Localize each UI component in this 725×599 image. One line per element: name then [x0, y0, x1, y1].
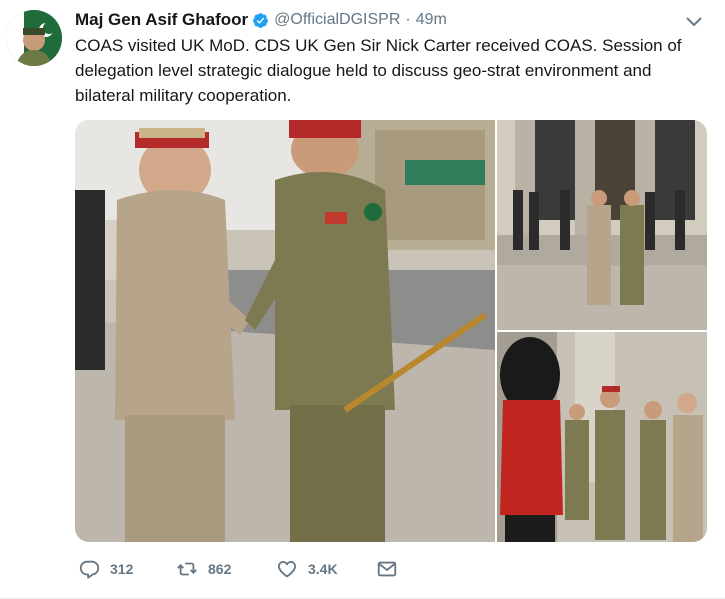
photo-guard-salute[interactable]	[497, 332, 707, 542]
tweet-card[interactable]: Maj Gen Asif Ghafoor @OfficialDGISPR · 4…	[0, 0, 725, 599]
retweet-button[interactable]: 862	[176, 558, 231, 580]
photo-building-entrance[interactable]	[497, 120, 707, 330]
tweet-actions: 312 862 3.4K	[78, 558, 478, 584]
author-handle[interactable]: @OfficialDGISPR	[274, 11, 400, 29]
tweet-media-grid	[75, 120, 707, 542]
verified-badge-icon	[252, 12, 269, 29]
like-button[interactable]: 3.4K	[276, 558, 338, 580]
author-name[interactable]: Maj Gen Asif Ghafoor	[75, 10, 248, 30]
tweet-text: COAS visited UK MoD. CDS UK Gen Sir Nick…	[75, 36, 682, 105]
photo-main-handshake[interactable]	[75, 120, 495, 542]
reply-icon	[79, 560, 100, 579]
chevron-down-icon[interactable]	[684, 14, 704, 30]
separator-dot: ·	[405, 11, 411, 28]
like-count: 3.4K	[308, 561, 338, 577]
avatar-image	[6, 10, 62, 66]
direct-message-button[interactable]	[376, 558, 408, 580]
tweet-header: Maj Gen Asif Ghafoor @OfficialDGISPR · 4…	[75, 9, 447, 31]
envelope-icon	[377, 561, 397, 577]
retweet-icon	[177, 562, 197, 576]
reply-count: 312	[110, 561, 134, 577]
author-avatar[interactable]	[6, 10, 62, 66]
reply-button[interactable]: 312	[78, 558, 133, 580]
retweet-count: 862	[208, 561, 232, 577]
heart-icon	[277, 561, 297, 578]
tweet-timestamp[interactable]: 49m	[416, 11, 447, 29]
